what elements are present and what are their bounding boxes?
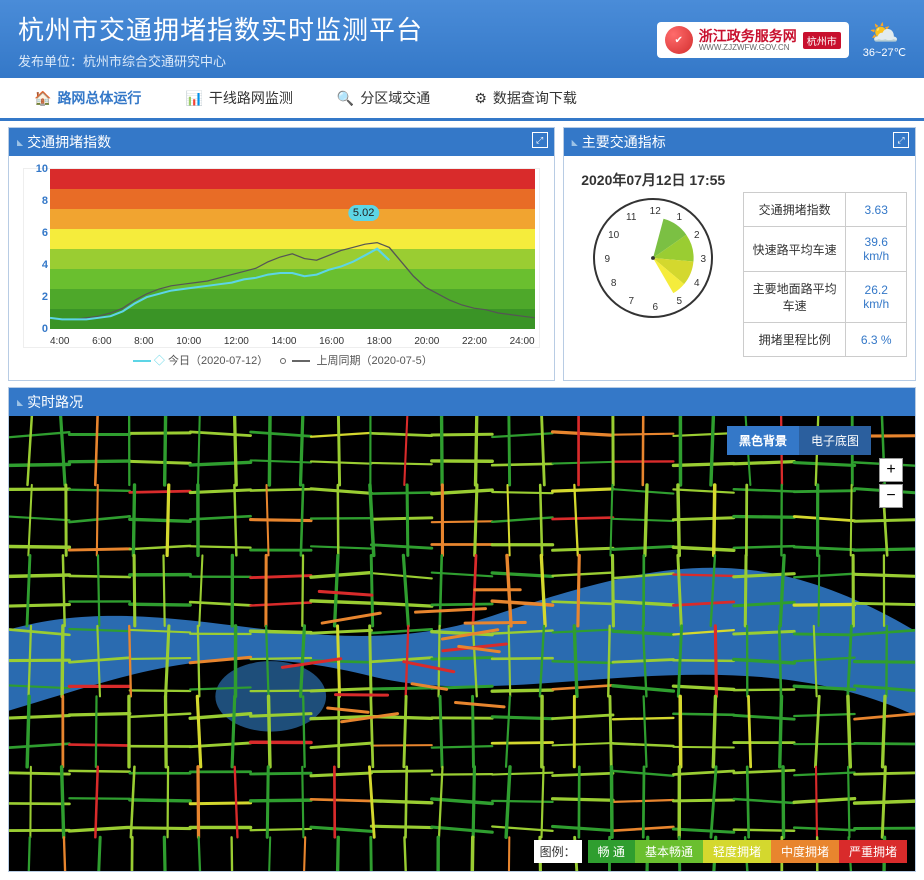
table-row: 交通拥堵指数3.63 [743,193,906,227]
expand-icon[interactable]: ⤢ [532,132,548,148]
clock-number: 3 [695,254,711,265]
traffic-map[interactable]: 黑色背景 电子底图 + − 图例： 畅 通 基本畅通 轻度拥堵 中度拥堵 严重拥… [9,416,915,871]
page-subtitle: 发布单位：杭州市综合交通研究中心 [18,51,423,70]
panel-header: 主要交通指标 ⤢ [564,128,915,156]
clock-number: 2 [689,230,705,241]
map-zoom-controls: + − [879,458,903,510]
table-row: 拥堵里程比例6.3 % [743,323,906,357]
weather-icon: ⛅ [863,22,906,46]
map-roads-layer [9,416,915,871]
page-title: 杭州市交通拥堵指数实时监测平台 [18,10,423,47]
map-background-toggle: 黑色背景 电子底图 [727,426,871,455]
legend-basic: 基本畅通 [635,840,703,863]
weather-temp: 36~27℃ [863,46,906,59]
ind-label: 主要地面路平均车速 [743,272,846,323]
ind-value: 39.6 km/h [846,227,907,272]
gear-icon: ⚙ [474,90,487,107]
main-nav: 🏠 路网总体运行 📊 干线路网监测 🔍 分区域交通 ⚙ 数据查询下载 [0,78,924,121]
nav-regional[interactable]: 🔍 分区域交通 [315,78,452,118]
clock-number: 10 [606,230,622,241]
map-toggle-emap[interactable]: 电子底图 [799,426,871,455]
gov-logo-icon: ✔ [665,26,693,54]
ind-value: 6.3 % [846,323,907,357]
nav-label: 干线路网监测 [209,88,293,108]
legend-today: 今日（2020-07-12） [168,355,268,367]
clock-number: 5 [671,296,687,307]
indicators-panel: 主要交通指标 ⤢ 2020年07月12日 17:55 12 12 3 45678 9 10… [563,127,916,381]
legend-smooth: 畅 通 [588,840,635,863]
clock-chart: 12 12 3 45678 9 1011 [593,198,713,318]
legend-moderate: 中度拥堵 [771,840,839,863]
chart-x-axis: 4:006:00 8:0010:00 12:0014:00 16:0018:00… [50,336,535,347]
clock-number: 1 [671,212,687,223]
map-toggle-dark[interactable]: 黑色背景 [727,426,799,455]
congestion-index-panel: 交通拥堵指数 ⤢ 10 8 6 4 2 0 [8,127,555,381]
clock-number: 4 [689,278,705,289]
clock-number: 7 [623,296,639,307]
indicators-timestamp: 2020年07月12日 17:55 [572,170,735,190]
nav-label: 分区域交通 [360,88,430,108]
nav-label: 路网总体运行 [57,88,141,108]
search-icon: 🔍 [337,90,354,107]
nav-label: 数据查询下载 [493,88,577,108]
panel-header: 实时路况 [9,388,915,416]
indicators-table: 交通拥堵指数3.63 快速路平均车速39.6 km/h 主要地面路平均车速26.… [743,192,907,357]
realtime-map-panel: 实时路况 黑色背景 电子底图 + − 图例： 畅 通 基本畅通 轻度拥堵 中度拥… [8,387,916,872]
ind-label: 快速路平均车速 [743,227,846,272]
panel-title: 主要交通指标 [582,132,666,152]
panel-title: 交通拥堵指数 [27,132,111,152]
congestion-chart[interactable]: 10 8 6 4 2 0 5.0 [23,168,540,348]
zoom-in-button[interactable]: + [879,458,903,482]
legend-severe: 严重拥堵 [839,840,907,863]
gov-url: WWW.ZJZWFW.GOV.CN [699,43,797,52]
legend-light: 轻度拥堵 [703,840,771,863]
ind-value: 3.63 [846,193,907,227]
legend-lastweek: 上周同期（2020-07-5） [317,355,433,367]
chart-y-axis: 10 8 6 4 2 0 [24,163,48,335]
page-header: 杭州市交通拥堵指数实时监测平台 发布单位：杭州市综合交通研究中心 ✔ 浙江政务服… [0,0,924,78]
panel-header: 交通拥堵指数 ⤢ [9,128,554,156]
map-legend-label: 图例： [534,840,582,863]
chart-legend: ◇ 今日（2020-07-12） 上周同期（2020-07-5） [17,352,546,372]
clock-number: 6 [647,302,663,313]
gov-name: 浙江政务服务网 [699,29,797,43]
panel-title: 实时路况 [27,392,83,412]
gov-service-badge[interactable]: ✔ 浙江政务服务网 WWW.ZJZWFW.GOV.CN 杭州市 [657,22,849,58]
table-row: 主要地面路平均车速26.2 km/h [743,272,906,323]
nav-overview[interactable]: 🏠 路网总体运行 [12,78,163,118]
weather-widget: ⛅ 36~27℃ [863,22,906,59]
home-icon: 🏠 [34,90,51,107]
nav-download[interactable]: ⚙ 数据查询下载 [452,78,599,118]
clock-number: 9 [599,254,615,265]
ind-label: 交通拥堵指数 [743,193,846,227]
clock-number: 8 [606,278,622,289]
zoom-out-button[interactable]: − [879,484,903,508]
table-row: 快速路平均车速39.6 km/h [743,227,906,272]
ind-value: 26.2 km/h [846,272,907,323]
expand-icon[interactable]: ⤢ [893,132,909,148]
clock-number: 11 [623,212,639,223]
ind-label: 拥堵里程比例 [743,323,846,357]
clock-number: 12 [647,206,663,217]
chart-peak-label: 5.02 [348,205,379,221]
nav-arterial[interactable]: 📊 干线路网监测 [163,78,314,118]
map-legend: 图例： 畅 通 基本畅通 轻度拥堵 中度拥堵 严重拥堵 [534,840,907,863]
bars-icon: 📊 [185,90,202,107]
chart-lines [50,169,535,329]
city-tag: 杭州市 [803,32,841,49]
